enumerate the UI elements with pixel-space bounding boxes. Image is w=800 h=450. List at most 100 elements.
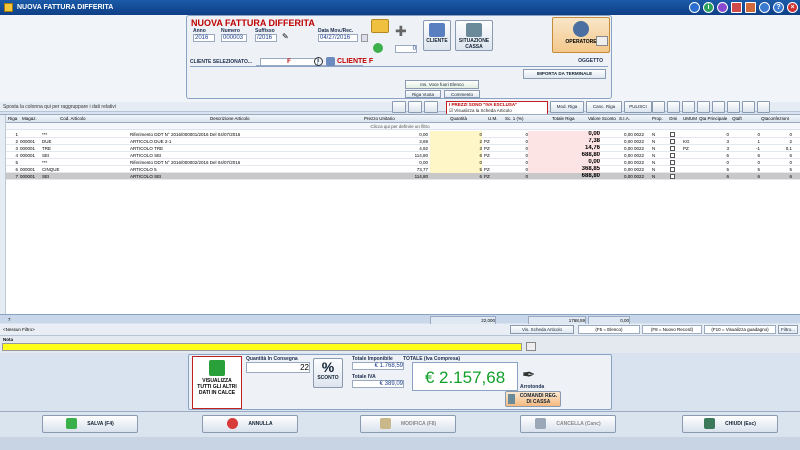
globe-icon[interactable] — [742, 100, 755, 113]
cell-riga[interactable]: 6 — [8, 166, 18, 173]
cell-mag[interactable]: 000001 — [20, 173, 40, 180]
omi-checkbox[interactable] — [670, 160, 675, 165]
cell-qta[interactable]: 5 — [430, 166, 482, 173]
col-qtaft[interactable]: Qtaft — [732, 115, 750, 122]
table-row[interactable]: 5 *** Riferimento DDT N° 2016/000002/2016 … — [0, 159, 800, 166]
importa-terminale-button[interactable]: IMPORTA DA TERMINALE — [523, 69, 606, 79]
cell-qp[interactable]: 6 — [699, 173, 729, 180]
pulisci-button[interactable]: PULISCI — [624, 100, 652, 113]
omi-checkbox[interactable] — [670, 153, 675, 158]
comandi-cassa-button[interactable]: COMANDI REG. DI CASSA — [505, 391, 561, 407]
cliente-button[interactable]: CLIENTE — [423, 20, 451, 51]
cell-cod[interactable]: CINQUE — [42, 166, 102, 173]
visualizza-button[interactable]: VISUALIZZA TUTTI GLI ALTRI DATI IN CALCE — [192, 356, 242, 409]
table-row[interactable]: 3 000001 TRE ARTICOLO TRE 4,92 3 PZ 0 14,76 0,00 … — [0, 145, 800, 152]
info-icon[interactable]: i — [314, 57, 323, 66]
vis-scheda-button[interactable]: Vis. Scheda Articolo — [510, 325, 574, 334]
gear-icon[interactable] — [717, 2, 728, 13]
cell-sc[interactable]: 0 — [502, 145, 528, 152]
cell-qp[interactable]: 3 — [699, 145, 729, 152]
operatore-button[interactable]: OPERATORE — [552, 17, 610, 53]
cell-tot[interactable]: 0,00 — [528, 159, 600, 166]
cell-qta[interactable]: 0 — [430, 131, 482, 138]
col-descrizione[interactable]: Descrizione Articolo — [210, 115, 280, 122]
chiudi-button[interactable]: CHIUDI (Esc) — [682, 415, 778, 433]
cell-desc[interactable]: ARTICOLO 5 — [130, 166, 330, 173]
col-um[interactable]: U.M. — [488, 115, 502, 122]
suffisso-field[interactable]: /2016 — [255, 34, 277, 42]
cell-qp[interactable]: 3 — [699, 138, 729, 145]
col-sc1[interactable]: Sc. 1 (%) — [505, 115, 527, 122]
cell-cod[interactable]: *** — [42, 131, 102, 138]
sconto-button[interactable]: % SCONTO — [313, 358, 343, 388]
modifica-button[interactable]: MODIFICA (F8) — [360, 415, 456, 433]
riga-vuota-button[interactable]: Riga Vuota — [405, 90, 441, 98]
cell-cod[interactable]: DUE — [42, 138, 102, 145]
cell-qf[interactable]: 5 — [732, 166, 760, 173]
cell-qf[interactable]: 6 — [732, 173, 760, 180]
cell-mag[interactable]: 000001 — [20, 166, 40, 173]
refresh-icon[interactable] — [373, 43, 383, 53]
articles-grid[interactable]: Riga Magaz. Cod. Articolo Descrizione Ar… — [0, 114, 800, 315]
exit-icon[interactable] — [757, 100, 770, 113]
cell-qta[interactable]: 2 — [430, 138, 482, 145]
cell-riga[interactable]: 3 — [8, 145, 18, 152]
cell-cod[interactable]: SEI — [42, 173, 102, 180]
help-icon[interactable]: ? — [773, 2, 784, 13]
table-row[interactable]: 7 000001 SEI ARTICOLO SEI 114,80 6 PZ 0 688,80 0,… — [0, 173, 800, 180]
cell-prop[interactable]: N — [652, 138, 662, 145]
calendar-dropdown-icon[interactable] — [361, 34, 368, 42]
omi-checkbox[interactable] — [670, 132, 675, 137]
col-prezzo[interactable]: Prezzo Unitario — [364, 115, 404, 122]
cell-desc[interactable]: ARTICOLO TRE — [130, 145, 330, 152]
cell-qc[interactable]: 0,1 — [762, 145, 792, 152]
printer-icon[interactable] — [727, 100, 740, 113]
cell-desc[interactable]: Riferimento DDT N° 2016/000002/2016 Del … — [130, 159, 330, 166]
cell-qp[interactable]: 0 — [699, 131, 729, 138]
col-omi[interactable]: Omi — [669, 115, 679, 122]
close-icon[interactable]: × — [787, 2, 798, 13]
cell-um[interactable]: PZ — [484, 145, 500, 152]
cell-umx[interactable]: PZ — [683, 145, 695, 152]
cell-qc[interactable]: 0 — [762, 131, 792, 138]
numero-field[interactable]: 000003 — [221, 34, 247, 42]
cell-prezzo[interactable]: 0,00 — [330, 131, 428, 138]
cell-prop[interactable]: N — [652, 159, 662, 166]
col-um3[interactable]: UM — [690, 115, 698, 122]
chart-icon[interactable] — [682, 100, 695, 113]
omi-checkbox[interactable] — [670, 167, 675, 172]
cell-prezzo[interactable]: 3,69 — [330, 138, 428, 145]
commento-button[interactable]: Commento — [444, 90, 480, 98]
cell-qta[interactable]: 6 — [430, 152, 482, 159]
cell-desc[interactable]: ARTICOLO SEI — [130, 173, 330, 180]
table-row[interactable]: 4 000001 SEI ARTICOLO SEI 114,80 6 PZ 0 688,80 0,… — [0, 152, 800, 159]
situazione-cassa-button[interactable]: SITUAZIONE CASSA — [455, 20, 493, 51]
folder-icon[interactable] — [371, 19, 389, 33]
cell-umx[interactable]: KG — [683, 138, 695, 145]
cell-qp[interactable]: 5 — [699, 166, 729, 173]
cell-mag[interactable]: 000001 — [20, 145, 40, 152]
cell-mag[interactable]: 000001 — [20, 138, 40, 145]
cell-qc[interactable]: 6 — [762, 152, 792, 159]
cliente-code-field[interactable]: F — [260, 58, 318, 66]
cell-sc[interactable]: 0 — [502, 159, 528, 166]
cell-desc[interactable]: Riferimento DDT N° 2016/000001/2016 Del … — [130, 131, 330, 138]
col-quantita[interactable]: Quantità — [450, 115, 480, 122]
cell-qc[interactable]: 6 — [762, 173, 792, 180]
cell-qta[interactable]: 0 — [430, 159, 482, 166]
col-prop[interactable]: Prop. — [652, 115, 666, 122]
cell-vsc[interactable]: 0,00 0022 — [602, 173, 644, 180]
canc-riga-button[interactable]: Canc. Riga — [586, 100, 622, 113]
cell-tot[interactable]: 688,80 — [528, 173, 600, 180]
arrotonda-label[interactable]: Arrotonda — [520, 384, 544, 390]
scale-icon[interactable] — [424, 100, 438, 113]
cell-qta[interactable]: 3 — [430, 145, 482, 152]
cell-qf[interactable]: 6 — [732, 152, 760, 159]
calculator-icon[interactable] — [745, 2, 756, 13]
cell-tot[interactable]: 688,80 — [528, 152, 600, 159]
cell-cod[interactable]: TRE — [42, 145, 102, 152]
doc-icon[interactable] — [392, 100, 406, 113]
col-valore-sconto[interactable]: Valore Sconto — [588, 115, 616, 122]
col-riga[interactable]: Riga — [8, 115, 18, 122]
cell-prop[interactable]: N — [652, 145, 662, 152]
